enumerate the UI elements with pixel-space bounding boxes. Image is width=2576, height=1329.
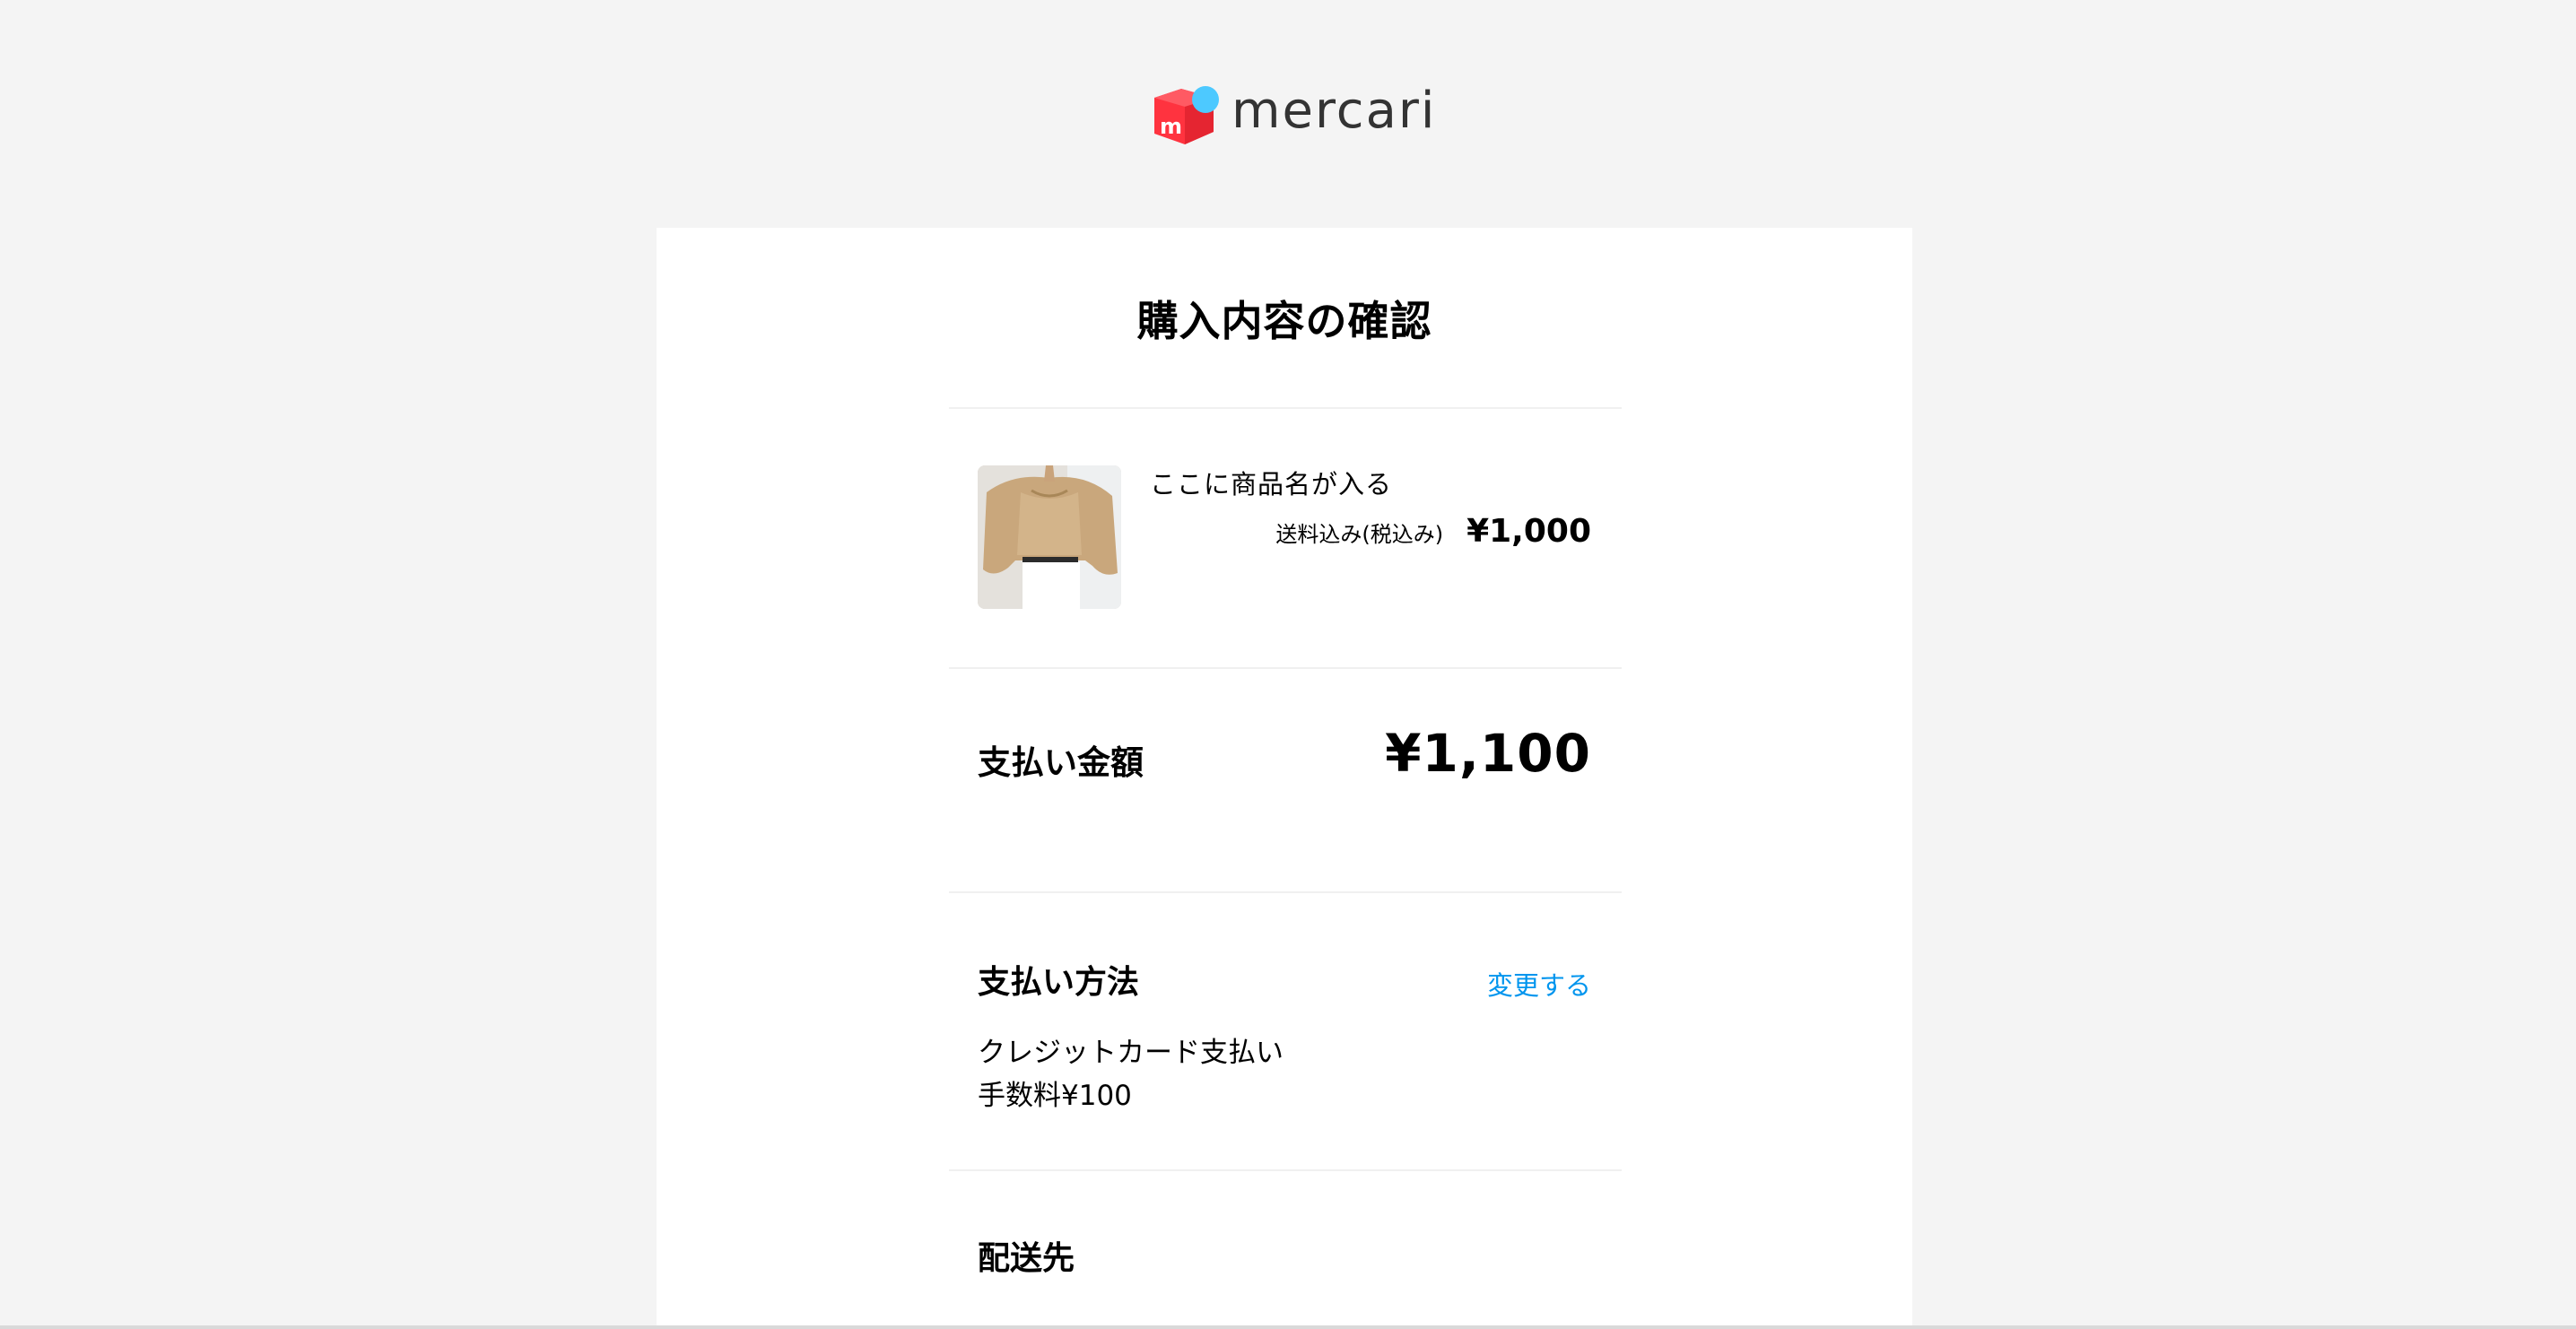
total-label: 支払い金額 (978, 743, 1144, 782)
svg-text:m: m (1160, 114, 1182, 139)
product-photo-icon (978, 465, 1121, 609)
product-price-row: 送料込み(税込み) ¥1,000 (1275, 513, 1591, 550)
divider (949, 891, 1622, 893)
viewport-bottom-edge (0, 1325, 2576, 1329)
mercari-logo[interactable]: m mercari (1151, 83, 1436, 147)
product-name: ここに商品名が入る (1150, 469, 1393, 499)
divider (949, 1169, 1622, 1171)
mercari-box-icon: m (1151, 83, 1219, 146)
payment-method-details: クレジットカード支払い 手数料¥100 (978, 1031, 1284, 1117)
payment-method-heading: 支払い方法 (978, 964, 1140, 1001)
shipping-included-note: 送料込み(税込み) (1275, 522, 1444, 547)
confirmation-card: 購入内容の確認 ここに商品名が入る 送料込み(税込み) ¥1,000 支払い金額… (657, 228, 1912, 1329)
page-title: 購入内容の確認 (1136, 297, 1432, 345)
product-thumbnail (978, 465, 1121, 609)
change-payment-link[interactable]: 変更する (1487, 965, 1591, 1003)
payment-method-name: クレジットカード支払い (978, 1037, 1284, 1069)
header: m mercari (0, 0, 2576, 228)
purchase-confirmation-page: m mercari 購入内容の確認 ここに商品名が入る 送料込み(税込み) ¥1… (0, 0, 2576, 1329)
total-amount: ¥1,100 (1385, 723, 1591, 784)
divider (949, 407, 1622, 409)
brand-wordmark: mercari (1231, 82, 1437, 140)
payment-fee: 手数料¥100 (978, 1080, 1132, 1112)
product-price: ¥1,000 (1466, 513, 1591, 550)
divider (949, 667, 1622, 669)
shipping-address-heading: 配送先 (978, 1240, 1075, 1277)
